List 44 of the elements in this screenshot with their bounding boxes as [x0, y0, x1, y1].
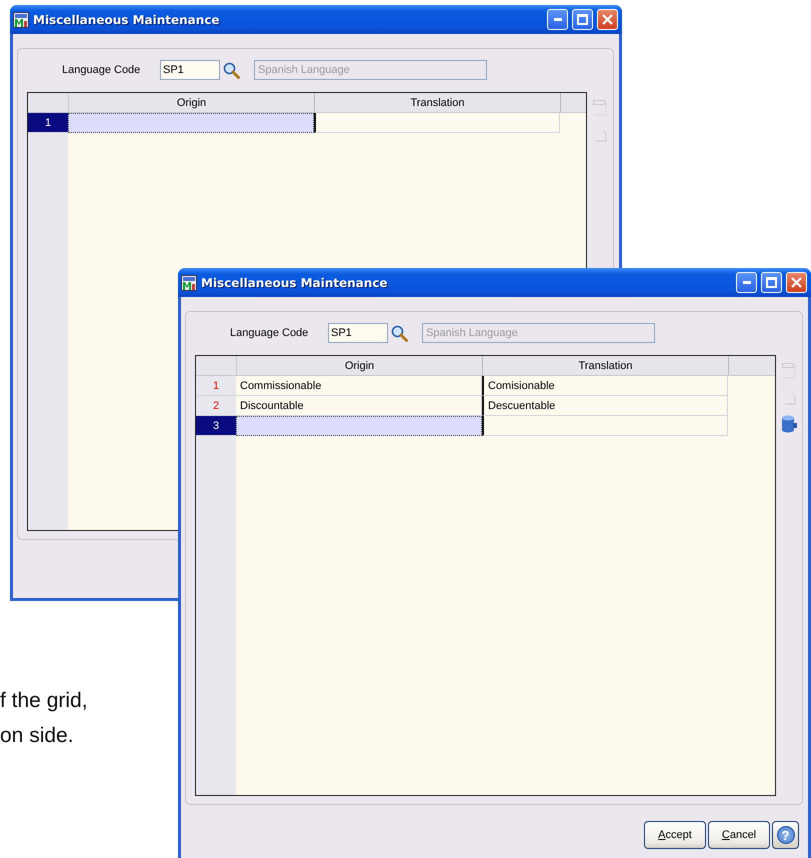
window-title: Miscellaneous Maintenance — [33, 12, 221, 26]
close-button[interactable] — [597, 9, 618, 30]
field-label: Language Code — [230, 327, 310, 339]
maximize-icon — [766, 277, 777, 288]
body-text: on side. — [0, 723, 75, 749]
table-cell[interactable]: Descuentable — [482, 396, 728, 416]
table-cell[interactable]: Comisionable — [482, 376, 728, 396]
row-number: 3 — [196, 416, 236, 436]
table-cell[interactable] — [236, 416, 482, 436]
minimize-icon — [742, 281, 750, 284]
window-title: Miscellaneous Maintenance — [201, 276, 389, 290]
app-icon — [13, 12, 29, 28]
close-button[interactable] — [786, 272, 807, 293]
grid-row[interactable]: 1 — [28, 113, 586, 133]
grid-row[interactable]: 1 Commissionable Comisionable — [196, 376, 775, 396]
field-label: Language Code — [62, 64, 142, 76]
close-icon — [791, 277, 802, 288]
table-cell[interactable] — [68, 113, 314, 133]
language-code-field[interactable]: SP1 — [328, 323, 388, 343]
column-header[interactable]: Translation — [483, 356, 729, 375]
search-icon[interactable] — [223, 62, 240, 78]
column-header[interactable]: Origin — [69, 93, 315, 112]
maximize-button[interactable] — [761, 272, 782, 293]
row-number: 1 — [196, 376, 236, 396]
description-field: Spanish Language — [254, 60, 487, 80]
minimize-button[interactable] — [547, 9, 568, 30]
maximize-button[interactable] — [572, 9, 593, 30]
dialog-button[interactable]: Cancel — [708, 821, 770, 849]
app-icon — [181, 274, 197, 290]
column-header[interactable]: Origin — [237, 356, 483, 375]
row-number: 1 — [28, 113, 68, 133]
body-text: f the grid, — [0, 688, 88, 714]
minimize-button[interactable] — [736, 272, 757, 293]
column-header[interactable]: Translation — [315, 93, 561, 112]
table-cell[interactable]: Commissionable — [236, 376, 482, 396]
database-icon[interactable] — [781, 415, 797, 433]
maximize-icon — [577, 14, 588, 25]
close-icon — [602, 14, 613, 25]
minimize-icon — [554, 18, 562, 21]
language-code-field[interactable]: SP1 — [160, 60, 220, 80]
description-field: Spanish Language — [422, 323, 655, 343]
grid-row[interactable]: 3 — [196, 416, 775, 436]
dialog-button[interactable]: Accept — [644, 821, 706, 849]
search-icon[interactable] — [391, 324, 408, 342]
